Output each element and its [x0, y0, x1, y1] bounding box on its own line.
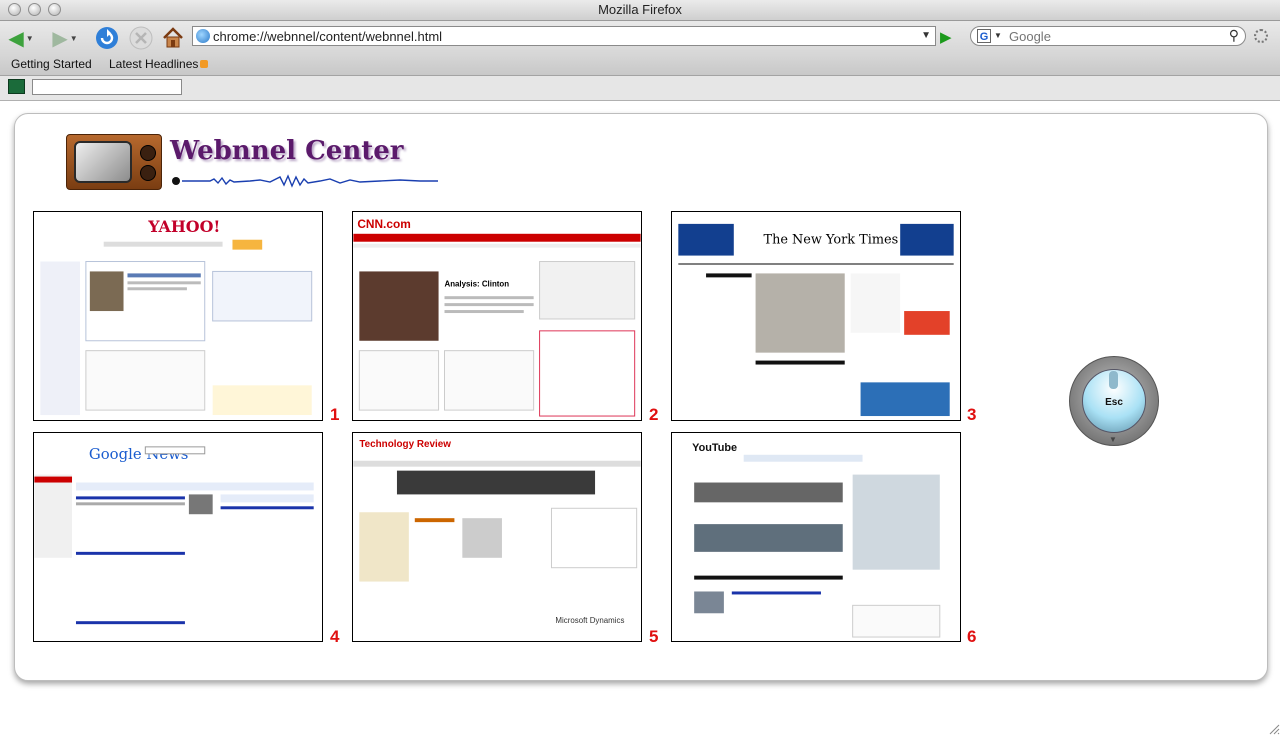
thumbnail-youtube[interactable]: YouTube: [671, 432, 961, 642]
cnn-logo: CNN.com: [357, 217, 410, 231]
window-title: Mozilla Firefox: [598, 2, 682, 17]
extension-input[interactable]: [32, 79, 182, 95]
thumbnail-technology-review[interactable]: Technology Review Microsoft Dynamics: [352, 432, 642, 642]
google-news-page-preview: Google News: [34, 433, 322, 641]
webnnel-tv-icon[interactable]: [8, 79, 25, 94]
nytimes-page-preview: The New York Times: [672, 212, 960, 420]
stop-icon: [129, 26, 153, 50]
nytimes-logo: The New York Times: [764, 233, 899, 248]
search-icon[interactable]: ⚲: [1229, 27, 1239, 44]
logo-text: Webnnel Center: [170, 136, 404, 166]
yahoo-logo: YAHOO!: [147, 217, 220, 236]
thumbnail-google-news[interactable]: Google News: [33, 432, 323, 642]
thumbnail-nytimes[interactable]: The New York Times: [671, 211, 961, 421]
stop-button[interactable]: [128, 25, 154, 51]
thumbnail-yahoo[interactable]: YAHOO!: [33, 211, 323, 421]
search-bar[interactable]: G ▼ ⚲: [970, 26, 1246, 46]
thumbnail-number: 6: [967, 627, 977, 646]
resize-grip-icon[interactable]: [1268, 723, 1280, 735]
forward-button[interactable]: ▶ ▼: [48, 25, 82, 51]
go-button[interactable]: ▶: [940, 28, 952, 46]
bookmark-latest-headlines-label: Latest Headlines: [109, 57, 199, 71]
url-bar[interactable]: ▼: [192, 26, 936, 46]
rss-icon: [200, 60, 209, 68]
bookmark-getting-started[interactable]: Getting Started: [11, 57, 92, 71]
reload-button[interactable]: [94, 25, 120, 51]
thumbnail-number: 3: [967, 405, 977, 424]
thumbnail-number: 4: [330, 627, 340, 646]
webnnel-logo: Webnnel Center: [66, 134, 446, 194]
svg-text:Analysis: Clinton: Analysis: Clinton: [445, 279, 510, 288]
bookmarks-toolbar: Getting Started Latest Headlines: [0, 55, 1280, 76]
search-engine-icon[interactable]: G: [977, 29, 991, 43]
chevron-down-icon: ▼: [69, 33, 78, 43]
url-input[interactable]: [213, 28, 903, 44]
home-button[interactable]: [160, 25, 186, 51]
yahoo-page-preview: YAHOO!: [34, 212, 322, 420]
tv-icon: [66, 134, 162, 190]
thumbnail-number: 2: [649, 405, 659, 424]
back-button[interactable]: ◀ ▼: [4, 25, 38, 51]
thumbnail-number: 1: [330, 405, 340, 424]
extension-toolbar: [0, 76, 1280, 101]
window-titlebar: Mozilla Firefox: [0, 0, 1280, 21]
cnn-page-preview: CNN.com Analysis: Clinton: [353, 212, 641, 420]
svg-text:Microsoft Dynamics: Microsoft Dynamics: [555, 616, 624, 625]
technology-review-logo: Technology Review: [359, 439, 451, 450]
youtube-logo: YouTube: [692, 442, 737, 454]
throbber-icon: [1254, 29, 1268, 43]
esc-label: Esc: [1105, 397, 1123, 408]
technology-review-page-preview: Technology Review Microsoft Dynamics: [353, 433, 641, 641]
sound-wave-icon: [172, 174, 438, 188]
esc-button[interactable]: Esc ▼: [1069, 356, 1159, 446]
chevron-down-icon: ▼: [25, 33, 34, 43]
search-input[interactable]: [1009, 28, 1209, 44]
back-arrow-icon: ◀: [8, 27, 24, 50]
bookmark-latest-headlines[interactable]: Latest Headlines: [109, 57, 209, 71]
chevron-down-icon: ▼: [1109, 435, 1117, 444]
home-icon: [163, 27, 183, 48]
url-history-dropdown-icon[interactable]: ▼: [921, 30, 931, 41]
reload-icon: [96, 27, 118, 49]
microphone-icon: [1109, 371, 1118, 389]
thumbnail-number: 5: [649, 627, 659, 646]
youtube-page-preview: YouTube: [672, 433, 960, 641]
play-arrow-icon: ▶: [940, 29, 952, 46]
forward-arrow-icon: ▶: [52, 27, 68, 50]
globe-icon: [196, 29, 210, 43]
thumbnail-cnn[interactable]: CNN.com Analysis: Clinton: [352, 211, 642, 421]
chevron-down-icon[interactable]: ▼: [994, 31, 1002, 40]
